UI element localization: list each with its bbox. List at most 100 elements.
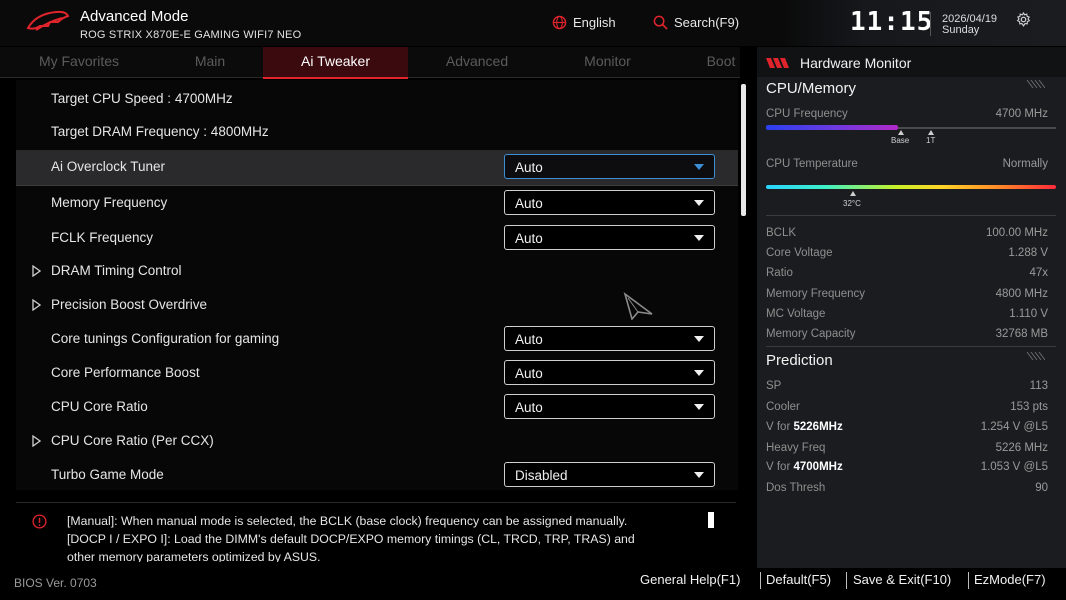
target-dram-frequency: Target DRAM Frequency : 4800MHz: [51, 124, 269, 139]
monitor-divider: [766, 346, 1056, 347]
turbo-game-mode-row[interactable]: Turbo Game Mode Disabled: [16, 458, 738, 492]
turbo-marker-label: 1T: [926, 136, 936, 145]
cpu-frequency-bar: [766, 125, 898, 130]
cpu-frequency-label: CPU Frequency: [766, 108, 848, 120]
fclk-frequency-label: FCLK Frequency: [51, 230, 154, 245]
v-for-4700-label: V for 4700MHz: [766, 461, 843, 473]
tab-my-favorites[interactable]: My Favorites: [14, 47, 144, 77]
chevron-down-icon: [694, 235, 704, 241]
text-cursor: [708, 512, 714, 528]
submenu-arrow-icon: [32, 299, 41, 311]
stat-value: 1.288 V: [1008, 247, 1048, 259]
help-line: [Manual]: When manual mode is selected, …: [67, 514, 628, 528]
stat-value: 32768 MB: [995, 328, 1048, 340]
turbo-game-mode-label: Turbo Game Mode: [51, 467, 164, 482]
section-stripes-icon: [1026, 352, 1045, 361]
label-frequency: 4700MHz: [793, 461, 843, 473]
core-performance-boost-dropdown[interactable]: Auto: [504, 360, 715, 385]
target-cpu-speed-row: Target CPU Speed : 4700MHz: [16, 82, 738, 116]
clock-divider: [930, 12, 931, 36]
cpu-core-ratio-ccx-label: CPU Core Ratio (Per CCX): [51, 433, 214, 448]
fclk-frequency-row[interactable]: FCLK Frequency Auto: [16, 221, 738, 255]
cpu-core-ratio-dropdown[interactable]: Auto: [504, 394, 715, 419]
ai-overclock-tuner-row[interactable]: Ai Overclock Tuner Auto: [16, 150, 738, 185]
footer-divider: [968, 572, 969, 589]
cpu-core-ratio-ccx-row[interactable]: CPU Core Ratio (Per CCX): [16, 424, 738, 458]
general-help-button[interactable]: General Help(F1): [640, 572, 740, 587]
stat-value: 100.00 MHz: [985, 227, 1048, 239]
turbo-marker-icon: [928, 130, 934, 135]
base-marker-label: Base: [891, 136, 910, 145]
save-exit-button[interactable]: Save & Exit(F10): [853, 572, 951, 587]
stat-label: BCLK: [766, 227, 797, 239]
cpu-core-ratio-row[interactable]: CPU Core Ratio Auto: [16, 390, 738, 424]
monitor-stripes-icon: [766, 58, 789, 68]
dropdown-value: Auto: [515, 196, 543, 211]
submenu-arrow-icon: [32, 265, 41, 277]
label-prefix: V for: [766, 461, 794, 473]
tab-ai-tweaker[interactable]: Ai Tweaker: [263, 47, 408, 79]
cpu-temperature-bar: [766, 185, 1056, 189]
clock-date[interactable]: 2026/04/19 Sunday: [942, 14, 997, 36]
settings-list: Target CPU Speed : 4700MHz Target DRAM F…: [16, 80, 738, 490]
default-button[interactable]: Default(F5): [766, 572, 831, 587]
prediction-title: Prediction: [766, 352, 833, 369]
dropdown-value: Auto: [515, 160, 543, 175]
dropdown-value: Auto: [515, 231, 543, 246]
chevron-down-icon: [694, 472, 704, 478]
search-label: Search(F9): [674, 15, 740, 30]
tab-main[interactable]: Main: [160, 47, 260, 77]
label-frequency: 5226MHz: [793, 421, 843, 433]
v-for-5226-value: 1.254 V @L5: [980, 421, 1048, 433]
clock-time[interactable]: 11:15: [850, 7, 933, 37]
cpu-frequency-value: 4700 MHz: [995, 108, 1048, 120]
language-label: English: [573, 15, 616, 30]
dram-timing-control-row[interactable]: DRAM Timing Control: [16, 254, 738, 288]
search-icon: [653, 15, 668, 30]
search-button[interactable]: Search(F9): [653, 15, 739, 30]
mode-title: Advanced Mode: [80, 8, 189, 25]
stat-label: Core Voltage: [766, 247, 833, 259]
core-tunings-dropdown[interactable]: Auto: [504, 326, 715, 351]
hardware-monitor-title: Hardware Monitor: [800, 55, 912, 71]
tab-boot[interactable]: Boot: [690, 47, 752, 77]
rog-logo-icon: [26, 10, 70, 31]
submenu-arrow-icon: [32, 435, 41, 447]
memory-frequency-row[interactable]: Memory Frequency Auto: [16, 186, 738, 220]
gear-icon[interactable]: [1016, 12, 1031, 27]
ai-overclock-tuner-dropdown[interactable]: Auto: [504, 154, 715, 179]
dropdown-value: Auto: [515, 332, 543, 347]
v-for-4700-value: 1.053 V @L5: [980, 461, 1048, 473]
cpu-core-ratio-label: CPU Core Ratio: [51, 399, 148, 414]
dos-thresh-value: 90: [1035, 482, 1048, 494]
dropdown-value: Disabled: [515, 468, 568, 483]
memory-frequency-label: Memory Frequency: [51, 195, 168, 210]
chevron-down-icon: [694, 164, 704, 170]
ezmode-button[interactable]: EzMode(F7): [974, 572, 1046, 587]
stat-value: 47x: [1029, 267, 1048, 279]
cooler-value: 153 pts: [1010, 401, 1048, 413]
core-performance-boost-label: Core Performance Boost: [51, 365, 200, 380]
turbo-game-mode-dropdown[interactable]: Disabled: [504, 462, 715, 487]
target-dram-frequency-row: Target DRAM Frequency : 4800MHz: [16, 115, 738, 149]
stat-value: 4800 MHz: [995, 288, 1048, 300]
help-line: other memory parameters optimized by ASU…: [67, 550, 321, 562]
monitor-divider: [766, 215, 1056, 216]
cooler-label: Cooler: [766, 401, 800, 413]
settings-scrollbar[interactable]: [741, 84, 746, 216]
memory-frequency-dropdown[interactable]: Auto: [504, 190, 715, 215]
heavy-freq-value: 5226 MHz: [995, 442, 1048, 454]
dram-timing-control-label: DRAM Timing Control: [51, 263, 182, 278]
tab-advanced[interactable]: Advanced: [425, 47, 529, 77]
weekday-value: Sunday: [942, 24, 980, 36]
globe-icon: [552, 15, 567, 30]
base-marker-icon: [898, 130, 904, 135]
core-tunings-row[interactable]: Core tunings Configuration for gaming Au…: [16, 322, 738, 356]
fclk-frequency-dropdown[interactable]: Auto: [504, 225, 715, 250]
core-performance-boost-row[interactable]: Core Performance Boost Auto: [16, 356, 738, 390]
tab-monitor[interactable]: Monitor: [560, 47, 655, 77]
sp-label: SP: [766, 380, 782, 392]
language-button[interactable]: English: [552, 15, 616, 30]
stat-label: Memory Capacity: [766, 328, 856, 340]
cpu-temperature-value: Normally: [1002, 158, 1048, 170]
